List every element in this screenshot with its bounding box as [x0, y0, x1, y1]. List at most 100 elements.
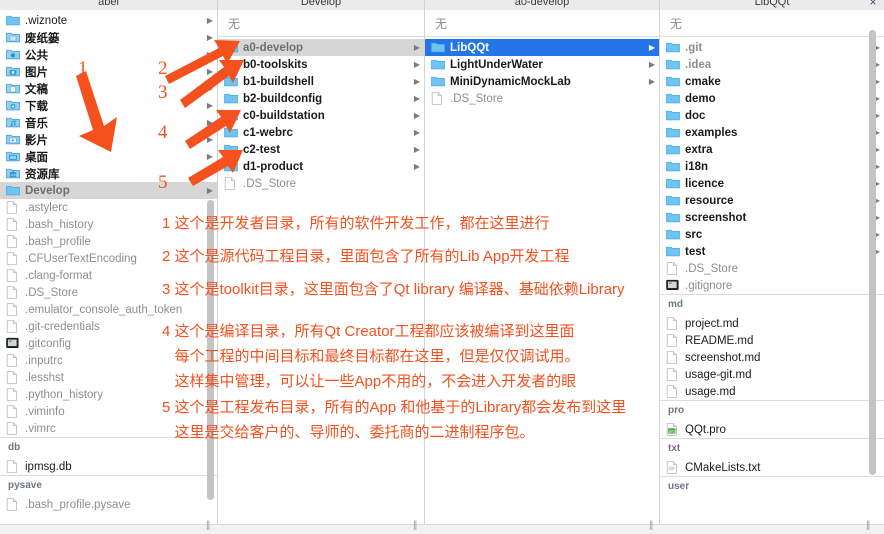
file-row[interactable]: .wiznote ▶ — [0, 12, 217, 29]
file-row[interactable]: .gitconfig — [0, 335, 217, 352]
column-2-resize-grip[interactable]: || — [413, 520, 417, 531]
disclosure-triangle-icon[interactable]: ▶ — [645, 43, 655, 52]
file-row[interactable]: ipmsg.db — [0, 458, 217, 475]
column-4-libqqt: 无 .git ▶ .idea ▶ cmake ▶ demo ▶ doc ▶ examples ▶ ext… — [660, 10, 884, 528]
file-row[interactable]: usage.md — [660, 383, 884, 400]
file-row[interactable]: examples ▶ — [660, 124, 884, 141]
column-4-scrollbar[interactable] — [869, 30, 876, 475]
file-row[interactable]: b2-buildconfig ▶ — [218, 90, 424, 107]
file-row[interactable]: c2-test ▶ — [218, 141, 424, 158]
column-2-filter-field[interactable]: 无 — [218, 10, 424, 37]
disclosure-triangle-icon[interactable]: ▶ — [203, 67, 213, 76]
file-row[interactable]: .CFUserTextEncoding — [0, 250, 217, 267]
file-row[interactable]: 图片 ▶ — [0, 63, 217, 80]
column-4-filter-field[interactable]: 无 — [660, 10, 884, 37]
file-row[interactable]: 影片 ▶ — [0, 131, 217, 148]
file-row[interactable]: .emulator_console_auth_token — [0, 301, 217, 318]
disclosure-triangle-icon[interactable]: ▶ — [410, 94, 420, 103]
disclosure-triangle-icon[interactable]: ▶ — [203, 118, 213, 127]
file-row[interactable]: project.md — [660, 315, 884, 332]
disclosure-triangle-icon[interactable]: ▶ — [645, 77, 655, 86]
column-3-resize-grip[interactable]: || — [649, 520, 653, 531]
file-row[interactable]: usage-git.md — [660, 366, 884, 383]
file-row[interactable]: test ▶ — [660, 243, 884, 260]
disclosure-triangle-icon[interactable]: ▶ — [410, 43, 420, 52]
file-row[interactable]: .inputrc — [0, 352, 217, 369]
file-row[interactable]: d1-product ▶ — [218, 158, 424, 175]
disclosure-triangle-icon[interactable]: ▶ — [203, 152, 213, 161]
file-row[interactable]: .python_history — [0, 386, 217, 403]
file-row[interactable]: 资源库 ▶ — [0, 165, 217, 182]
file-row[interactable]: .gitignore — [660, 277, 884, 294]
file-row[interactable]: LibQQt ▶ — [425, 39, 659, 56]
disclosure-triangle-icon[interactable]: ▶ — [203, 169, 213, 178]
file-row-label: .bash_profile — [25, 235, 91, 248]
file-row-label: 图片 — [25, 66, 48, 79]
file-row[interactable]: screenshot.md — [660, 349, 884, 366]
file-row[interactable]: README.md — [660, 332, 884, 349]
disclosure-triangle-icon[interactable]: ▶ — [203, 186, 213, 195]
file-row[interactable]: .viminfo — [0, 403, 217, 420]
disclosure-triangle-icon[interactable]: ▶ — [203, 84, 213, 93]
file-row[interactable]: .vimrc — [0, 420, 217, 437]
file-row-label: .gitconfig — [25, 337, 72, 350]
disclosure-triangle-icon[interactable]: ▶ — [410, 77, 420, 86]
file-row[interactable]: MiniDynamicMockLab ▶ — [425, 73, 659, 90]
file-row[interactable]: 公共 ▶ — [0, 46, 217, 63]
file-row[interactable]: .clang-format — [0, 267, 217, 284]
file-row[interactable]: .idea ▶ — [660, 56, 884, 73]
file-row[interactable]: .astylerc — [0, 199, 217, 216]
file-row[interactable]: licence ▶ — [660, 175, 884, 192]
file-row[interactable]: CMakeLists.txt — [660, 459, 884, 476]
file-row[interactable]: a0-develop ▶ — [218, 39, 424, 56]
file-row[interactable]: .bash_profile.pysave — [0, 496, 217, 513]
file-row[interactable]: .lesshst — [0, 369, 217, 386]
file-row[interactable]: c0-buildstation ▶ — [218, 107, 424, 124]
file-row[interactable]: cmake ▶ — [660, 73, 884, 90]
file-row[interactable]: src ▶ — [660, 226, 884, 243]
file-row[interactable]: pro QQt.pro — [660, 421, 884, 438]
file-row[interactable]: 下载 ▶ — [0, 97, 217, 114]
disclosure-triangle-icon[interactable]: ▶ — [203, 16, 213, 25]
file-row[interactable]: 桌面 ▶ — [0, 148, 217, 165]
disclosure-triangle-icon[interactable]: ▶ — [410, 145, 420, 154]
file-row[interactable]: b0-toolskits ▶ — [218, 56, 424, 73]
column-1-scrollbar[interactable] — [207, 200, 214, 500]
file-row[interactable]: .bash_profile — [0, 233, 217, 250]
disclosure-triangle-icon[interactable]: ▶ — [203, 135, 213, 144]
file-row[interactable]: LightUnderWater ▶ — [425, 56, 659, 73]
disclosure-triangle-icon[interactable]: ▶ — [410, 128, 420, 137]
column-4-resize-grip[interactable]: || — [866, 520, 870, 531]
file-row[interactable]: c1-webrc ▶ — [218, 124, 424, 141]
file-row[interactable]: doc ▶ — [660, 107, 884, 124]
file-row[interactable]: screenshot ▶ — [660, 209, 884, 226]
file-row[interactable]: .git-credentials — [0, 318, 217, 335]
column-3-filter-field[interactable]: 无 — [425, 10, 659, 37]
file-row[interactable]: .DS_Store — [425, 90, 659, 107]
disclosure-triangle-icon[interactable]: ▶ — [645, 60, 655, 69]
disclosure-triangle-icon[interactable]: ▶ — [410, 111, 420, 120]
file-row[interactable]: 音乐 ▶ — [0, 114, 217, 131]
file-row[interactable]: .bash_history — [0, 216, 217, 233]
file-row[interactable]: extra ▶ — [660, 141, 884, 158]
file-row[interactable]: .DS_Store — [218, 175, 424, 192]
file-row[interactable]: demo ▶ — [660, 90, 884, 107]
file-row[interactable]: .DS_Store — [0, 284, 217, 301]
file-row[interactable]: 废纸篓 ▶ — [0, 29, 217, 46]
file-row[interactable]: resource ▶ — [660, 192, 884, 209]
disclosure-triangle-icon[interactable]: ▶ — [203, 33, 213, 42]
disclosure-triangle-icon[interactable]: ▶ — [203, 50, 213, 59]
close-icon[interactable]: × — [866, 0, 880, 10]
disclosure-triangle-icon[interactable]: ▶ — [410, 162, 420, 171]
file-row[interactable]: .git ▶ — [660, 39, 884, 56]
file-row[interactable]: b1-buildshell ▶ — [218, 73, 424, 90]
disclosure-triangle-icon[interactable]: ▶ — [410, 60, 420, 69]
file-icon — [224, 177, 238, 190]
column-1-resize-grip[interactable]: || — [206, 520, 210, 531]
file-row[interactable]: i18n ▶ — [660, 158, 884, 175]
file-row[interactable]: .DS_Store — [660, 260, 884, 277]
disclosure-triangle-icon[interactable]: ▶ — [203, 101, 213, 110]
folder-icon — [666, 211, 680, 224]
file-row[interactable]: Develop ▶ — [0, 182, 217, 199]
file-row[interactable]: 文稿 ▶ — [0, 80, 217, 97]
